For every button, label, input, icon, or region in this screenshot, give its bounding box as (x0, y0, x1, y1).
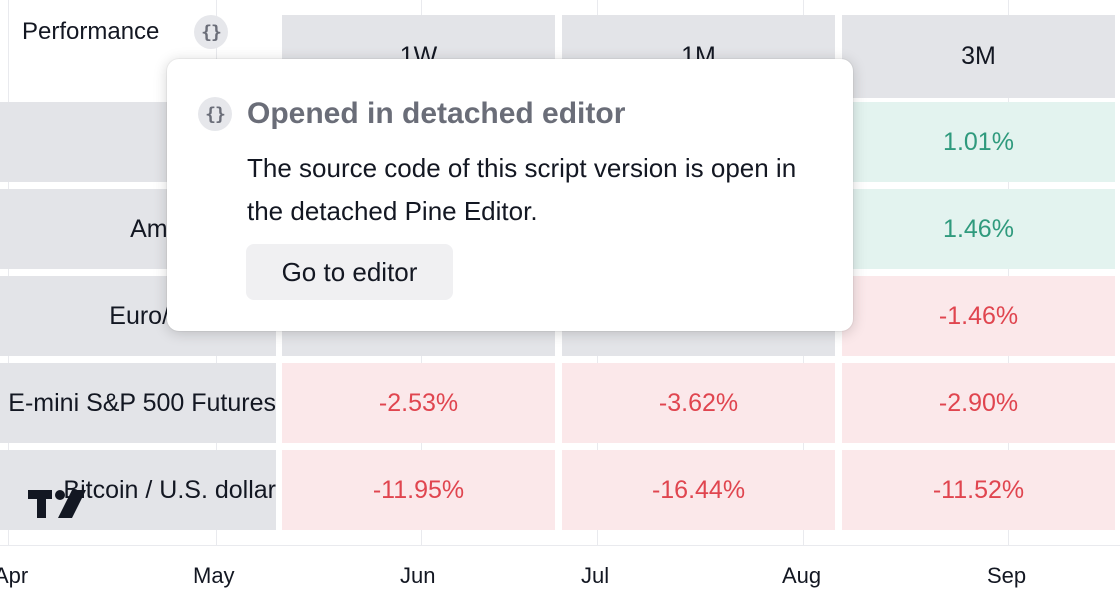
popup-title: Opened in detached editor (247, 97, 626, 130)
performance-cell: -3.62% (562, 363, 835, 443)
tradingview-logo (28, 490, 86, 518)
performance-cell: -16.44% (562, 450, 835, 530)
axis-label-may: May (193, 563, 235, 588)
performance-cell: 1.46% (842, 189, 1115, 269)
row-label: E-mini S&P 500 Futures (0, 363, 276, 443)
go-to-editor-button[interactable]: Go to editor (246, 244, 453, 300)
source-code-icon[interactable]: {} (194, 15, 228, 49)
performance-cell: -11.52% (842, 450, 1115, 530)
column-header-3m: 3M (842, 15, 1115, 98)
detached-editor-popup: {} Opened in detached editor The source … (167, 59, 853, 331)
performance-cell: -1.46% (842, 276, 1115, 356)
performance-cell: -11.95% (282, 450, 555, 530)
performance-title: Performance (22, 18, 160, 45)
performance-cell: 1.01% (842, 102, 1115, 182)
axis-label-apr: Apr (0, 563, 29, 588)
axis-label-sep: Sep (987, 563, 1027, 588)
axis-label-jun: Jun (400, 563, 436, 588)
curly-braces-icon: {} (198, 97, 232, 131)
axis-label-aug: Aug (782, 563, 822, 588)
performance-cell: -2.53% (282, 363, 555, 443)
popup-message: The source code of this script version i… (247, 153, 797, 226)
performance-cell: -2.90% (842, 363, 1115, 443)
axis-label-jul: Jul (581, 563, 610, 588)
